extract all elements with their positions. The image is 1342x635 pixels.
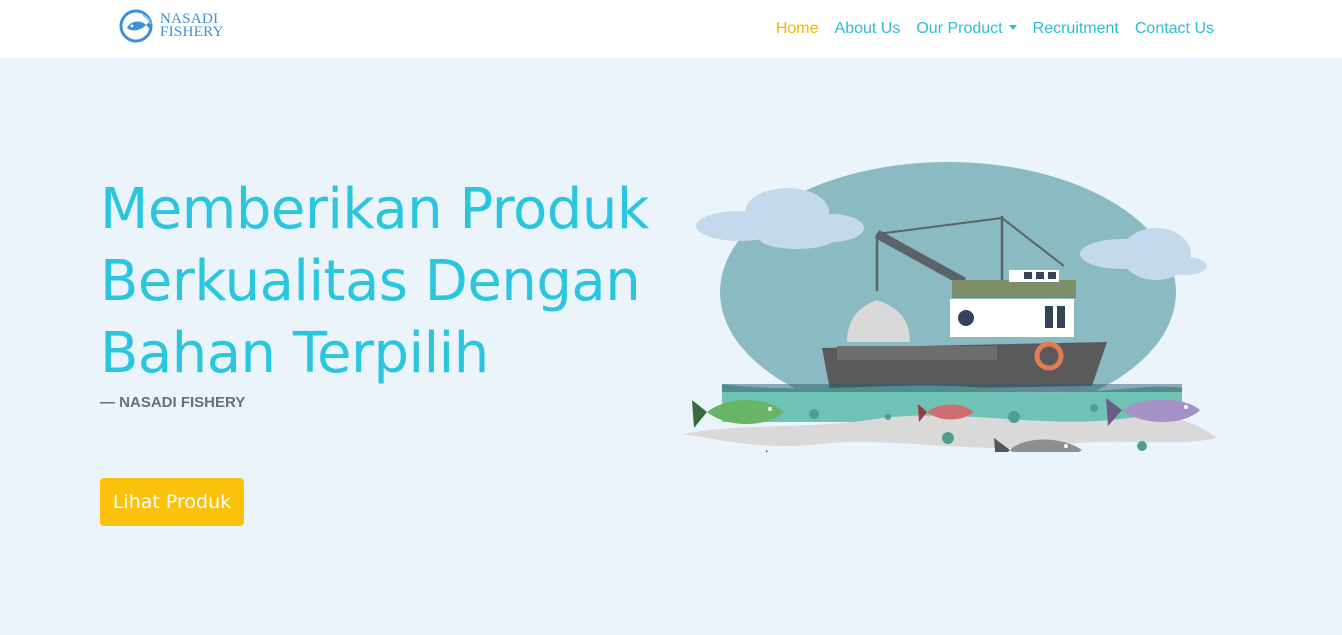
nav-link-home[interactable]: Home (768, 0, 827, 58)
caret-down-icon (1008, 25, 1017, 30)
nav-item-about-us: About Us (827, 0, 909, 58)
brand-line-2: FISHERY (160, 24, 224, 40)
brand-name: NASADI FISHERY (160, 12, 224, 40)
fish-green (692, 400, 784, 428)
brand-logo[interactable]: NASADI FISHERY (119, 9, 224, 43)
nav-link-recruitment[interactable]: Recruitment (1025, 0, 1127, 58)
lihat-produk-button[interactable]: Lihat Produk (100, 478, 244, 526)
hero-section: Memberikan Produk Berkualitas Dengan Bah… (0, 58, 1342, 635)
fish-yellow (766, 450, 769, 452)
nav-item-recruitment: Recruitment (1025, 0, 1127, 58)
fish-circle-logo-icon (119, 9, 153, 43)
hero-title: Memberikan Produk Berkualitas Dengan Bah… (100, 177, 649, 386)
nav-item-contact-us: Contact Us (1127, 0, 1222, 58)
main-nav: Home About Us Our Product Recruitment Co… (768, 0, 1222, 58)
nav-link-our-product[interactable]: Our Product (908, 0, 1024, 58)
waterline (722, 384, 1182, 392)
nav-item-our-product: Our Product (908, 0, 1024, 58)
hero-attribution: — NASADI FISHERY (100, 394, 246, 411)
nav-link-about-us[interactable]: About Us (827, 0, 909, 58)
fishing-boat-illustration (682, 162, 1217, 452)
nav-item-home: Home (768, 0, 827, 58)
our-product-label: Our Product (916, 20, 1003, 37)
navbar: NASADI FISHERY Home About Us Our Product… (0, 0, 1342, 58)
nav-link-contact-us[interactable]: Contact Us (1127, 0, 1222, 58)
